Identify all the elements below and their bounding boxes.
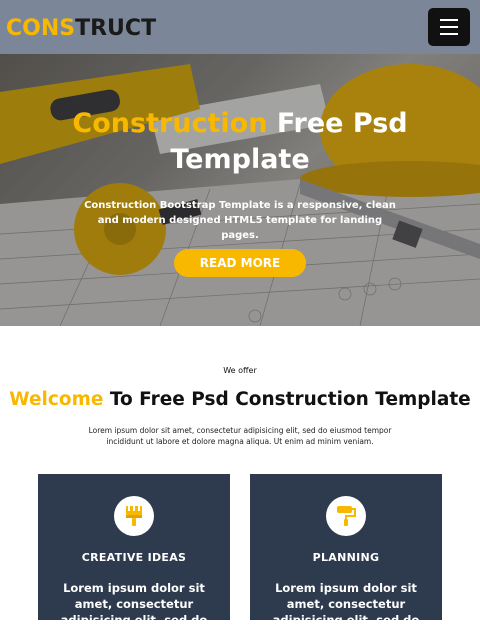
service-card-planning[interactable]: PLANNING Lorem ipsum dolor sit amet, con…	[250, 474, 442, 627]
card-icon-circle	[326, 496, 366, 536]
paint-roller-icon	[337, 506, 356, 526]
logo-part-dark: TRUCT	[75, 16, 157, 41]
hero-title-line2: Template	[170, 144, 310, 175]
service-card-creative-ideas[interactable]: CREATIVE IDEAS Lorem ipsum dolor sit ame…	[38, 474, 230, 627]
site-logo[interactable]: CONSTRUCT	[6, 16, 156, 41]
hero-subtitle: Construction Bootstrap Template is a res…	[84, 200, 396, 241]
hero-title: Construction Free Psd Template	[0, 106, 480, 178]
card-title: CREATIVE IDEAS	[81, 551, 187, 564]
card-title: PLANNING	[312, 551, 380, 564]
section-heading: Welcome To Free Psd Construction Templat…	[0, 389, 480, 410]
hero-overlay	[0, 54, 480, 326]
section-description: Lorem ipsum dolor sit amet, consectetur …	[88, 426, 392, 446]
hamburger-line	[440, 26, 458, 28]
hero-title-highlight: Construction	[72, 108, 268, 139]
card-text: Lorem ipsum dolor sit amet, consectetur …	[272, 581, 420, 627]
section-heading-highlight: Welcome	[9, 389, 104, 410]
hero-banner: Construction Free Psd Template Construct…	[0, 54, 480, 326]
hamburger-menu-button[interactable]	[428, 8, 470, 46]
hamburger-line	[440, 33, 458, 35]
card-text: Lorem ipsum dolor sit amet, consectetur …	[60, 581, 208, 627]
read-more-button[interactable]: READ MORE	[174, 249, 306, 277]
section-kicker: We offer	[223, 366, 257, 375]
paint-brush-icon	[126, 506, 142, 526]
section-heading-rest: To Free Psd Construction Template	[103, 389, 471, 410]
logo-part-highlight: CONS	[6, 16, 76, 41]
hamburger-menu-icon	[440, 19, 458, 21]
hero-title-rest: Free Psd	[267, 108, 408, 139]
card-icon-circle	[114, 496, 154, 536]
site-header: CONSTRUCT	[0, 0, 480, 54]
